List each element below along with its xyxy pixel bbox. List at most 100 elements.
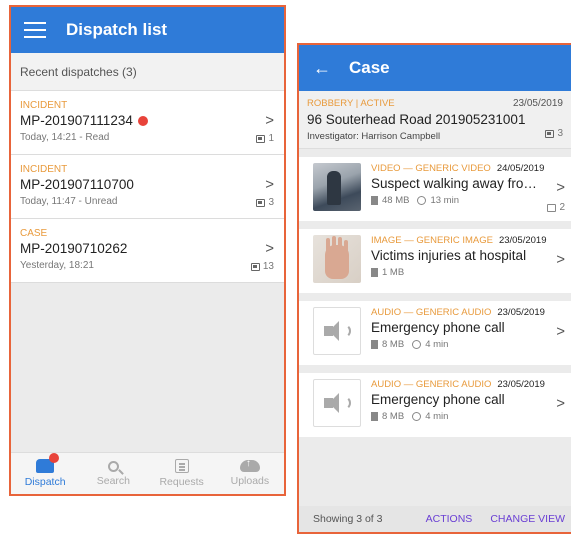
dispatch-id-text: MP-201907111234 bbox=[20, 113, 133, 128]
change-view-button[interactable]: CHANGE VIEW bbox=[490, 513, 565, 525]
evidence-category-text: VIDEO — GENERIC VIDEO bbox=[371, 163, 491, 174]
evidence-meta: 48 MB 13 min bbox=[371, 195, 571, 206]
case-attachment-count: 3 bbox=[545, 128, 563, 139]
case-footer: Showing 3 of 3 ACTIONS CHANGE VIEW bbox=[299, 506, 571, 532]
showing-count: Showing 3 of 3 bbox=[313, 513, 383, 525]
dispatch-item[interactable]: CASE MP-20190710262 Yesterday, 18:21 > 1… bbox=[11, 219, 284, 283]
evidence-size: 1 MB bbox=[382, 267, 405, 278]
attachment-count-text: 13 bbox=[262, 261, 274, 272]
file-icon bbox=[371, 340, 378, 349]
dispatch-id-text: MP-20190710262 bbox=[20, 241, 128, 256]
evidence-category-text: AUDIO — GENERIC AUDIO bbox=[371, 307, 492, 318]
evidence-category-text: AUDIO — GENERIC AUDIO bbox=[371, 379, 492, 390]
attachment-icon bbox=[547, 203, 557, 212]
dispatch-item[interactable]: INCIDENT MP-201907111234 Today, 14:21 - … bbox=[11, 91, 284, 155]
attachment-icon bbox=[545, 129, 555, 138]
hamburger-menu-icon[interactable] bbox=[24, 22, 46, 38]
evidence-meta: 8 MB 4 min bbox=[371, 411, 571, 422]
speaker-icon bbox=[323, 321, 339, 341]
dispatch-type: CASE bbox=[20, 228, 48, 239]
file-icon bbox=[371, 412, 378, 421]
evidence-meta: 8 MB 4 min bbox=[371, 339, 571, 350]
evidence-category-text: IMAGE — GENERIC IMAGE bbox=[371, 235, 493, 246]
dispatch-id-text: MP-201907110700 bbox=[20, 177, 134, 192]
attachment-count: 1 bbox=[256, 133, 274, 144]
file-icon bbox=[371, 196, 378, 205]
chevron-right-icon: > bbox=[265, 112, 274, 129]
audio-thumbnail bbox=[313, 307, 361, 355]
chevron-right-icon: > bbox=[556, 251, 565, 268]
evidence-size: 48 MB bbox=[382, 195, 410, 206]
evidence-title: Emergency phone call bbox=[371, 320, 505, 335]
dispatch-meta: Today, 11:47 - Unread bbox=[20, 196, 118, 207]
evidence-size: 8 MB bbox=[382, 339, 405, 350]
speaker-icon bbox=[323, 393, 339, 413]
attachment-count: 3 bbox=[256, 197, 274, 208]
dispatch-type: INCIDENT bbox=[20, 100, 68, 111]
file-icon bbox=[371, 268, 378, 277]
page-title: Dispatch list bbox=[66, 20, 168, 39]
evidence-meta: 1 MB bbox=[371, 267, 571, 278]
page-title: Case bbox=[349, 58, 390, 77]
back-arrow-icon[interactable]: ← bbox=[313, 59, 331, 77]
evidence-item[interactable]: AUDIO — GENERIC AUDIO 23/05/2019 Emergenc… bbox=[299, 373, 571, 437]
nav-uploads[interactable]: Uploads bbox=[216, 453, 284, 494]
dispatch-screen: Dispatch list Recent dispatches (3) INCI… bbox=[9, 5, 286, 496]
case-title: 96 Souterhead Road 201905231001 bbox=[307, 112, 526, 127]
evidence-count-text: 2 bbox=[559, 202, 565, 213]
case-screen: ← Case ROBBERY | ACTIVE 23/05/2019 96 So… bbox=[297, 43, 571, 534]
case-investigator: Investigator: Harrison Campbell bbox=[307, 131, 441, 142]
video-thumbnail bbox=[313, 163, 361, 211]
chevron-right-icon: > bbox=[556, 395, 565, 412]
evidence-item[interactable]: AUDIO — GENERIC AUDIO 23/05/2019 Emergenc… bbox=[299, 301, 571, 365]
bottom-navigation: Dispatch Search Requests Uploads bbox=[11, 452, 284, 494]
unread-indicator-icon bbox=[137, 115, 148, 126]
evidence-item[interactable]: IMAGE — GENERIC IMAGE 23/05/2019 Victims … bbox=[299, 229, 571, 293]
evidence-date: 23/05/2019 bbox=[497, 307, 545, 318]
dispatch-meta: Yesterday, 18:21 bbox=[20, 260, 94, 271]
nav-uploads-label: Uploads bbox=[230, 475, 270, 487]
evidence-count: 2 bbox=[547, 202, 565, 213]
list-icon bbox=[174, 459, 189, 473]
nav-search-label: Search bbox=[96, 474, 131, 487]
evidence-date: 24/05/2019 bbox=[496, 163, 545, 174]
evidence-title: Emergency phone call bbox=[371, 392, 505, 407]
evidence-title: Suspect walking away from vi... bbox=[371, 176, 547, 191]
attachment-count: 13 bbox=[250, 261, 274, 272]
nav-dispatch-label: Dispatch bbox=[24, 476, 66, 488]
evidence-item[interactable]: VIDEO — GENERIC VIDEO 24/05/2019 Suspect … bbox=[299, 157, 571, 221]
case-count-text: 3 bbox=[557, 128, 563, 139]
evidence-category: VIDEO — GENERIC VIDEO 24/05/2019 bbox=[371, 163, 571, 174]
search-icon bbox=[107, 460, 119, 472]
attachment-count-text: 1 bbox=[268, 133, 274, 144]
attachment-icon bbox=[256, 134, 266, 143]
nav-requests[interactable]: Requests bbox=[148, 453, 216, 494]
nav-dispatch[interactable]: Dispatch bbox=[11, 453, 79, 494]
clock-icon bbox=[412, 340, 422, 349]
nav-search[interactable]: Search bbox=[79, 453, 147, 494]
nav-requests-label: Requests bbox=[159, 476, 204, 488]
evidence-duration: 13 min bbox=[430, 195, 459, 206]
evidence-title: Victims injuries at hospital bbox=[371, 248, 527, 263]
dispatch-id: MP-201907111234 bbox=[20, 113, 275, 128]
chevron-right-icon: > bbox=[265, 176, 274, 193]
evidence-size: 8 MB bbox=[382, 411, 405, 422]
notification-dot-icon bbox=[49, 453, 60, 463]
attachment-icon bbox=[256, 198, 266, 207]
recent-dispatches-header: Recent dispatches (3) bbox=[11, 53, 284, 91]
clock-icon bbox=[412, 412, 422, 421]
chevron-right-icon: > bbox=[265, 240, 274, 257]
case-app-bar: ← Case bbox=[299, 45, 571, 91]
evidence-date: 23/05/2019 bbox=[497, 379, 545, 390]
dispatch-id: MP-20190710262 bbox=[20, 241, 275, 256]
chevron-right-icon: > bbox=[556, 179, 565, 196]
dispatch-item[interactable]: INCIDENT MP-201907110700 Today, 11:47 - … bbox=[11, 155, 284, 219]
evidence-category: AUDIO — GENERIC AUDIO 23/05/2019 bbox=[371, 307, 571, 318]
attachment-count-text: 3 bbox=[268, 197, 274, 208]
car-icon bbox=[36, 453, 60, 473]
case-header: ROBBERY | ACTIVE 23/05/2019 96 Souterhea… bbox=[299, 91, 571, 149]
audio-thumbnail bbox=[313, 379, 361, 427]
chevron-right-icon: > bbox=[556, 323, 565, 340]
actions-button[interactable]: ACTIONS bbox=[426, 513, 473, 525]
evidence-category: IMAGE — GENERIC IMAGE 23/05/2019 bbox=[371, 235, 571, 246]
